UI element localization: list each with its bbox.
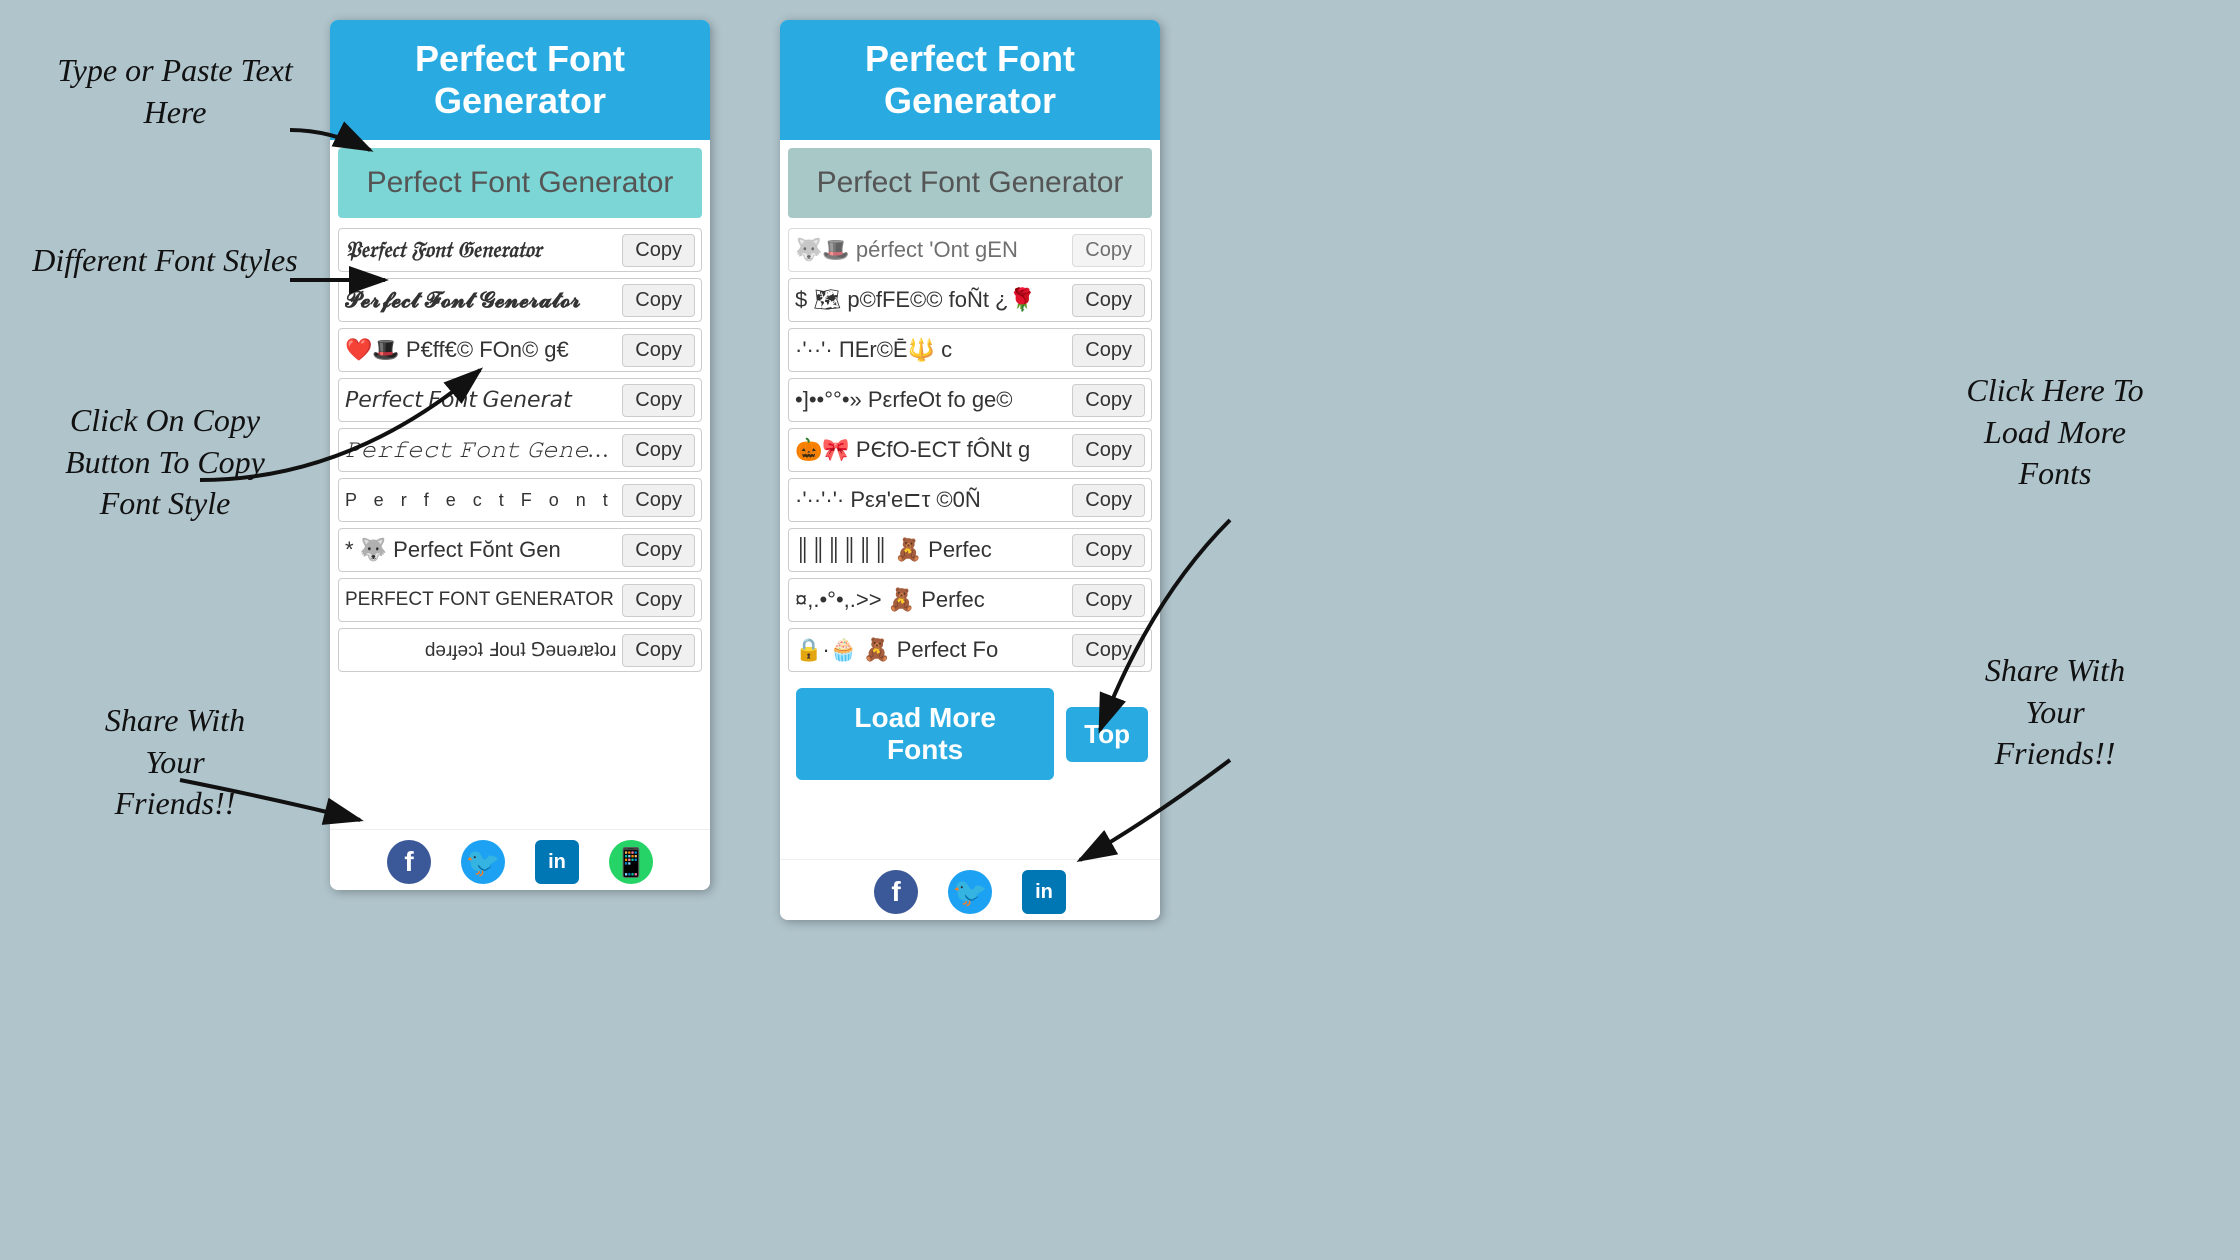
copy-button[interactable]: Copy <box>622 534 695 567</box>
font-text: 𝓟𝓮𝓻𝓯𝓮𝓬𝓽 𝓕𝓸𝓷𝓽 𝓖𝓮𝓷𝓮𝓻𝓪𝓽𝓸𝓻 <box>345 287 616 313</box>
font-row: $ 🗺 p©fFE©© foÑt ¿🌹 Copy <box>788 278 1152 322</box>
font-row: * 🐺 Perfect Fŏnt Gen Copy <box>338 528 702 572</box>
social-bar-left: f 🐦 in 📱 <box>330 829 710 890</box>
font-row: P e r f e c t F o n t Copy <box>338 478 702 522</box>
text-input-right[interactable] <box>788 148 1152 218</box>
font-text: 𝙿𝚎𝚛𝚏𝚎𝚌𝚝 𝙵𝚘𝚗𝚝 𝙶𝚎𝚗𝚎𝚛𝚊𝚝𝚘 <box>345 437 616 463</box>
font-text: ¤,.•°•,.>> 🧸 Perfec <box>795 587 1066 613</box>
copy-button[interactable]: Copy <box>622 584 695 617</box>
annotation-click-load: Click Here ToLoad MoreFonts <box>1900 370 2210 495</box>
copy-button[interactable]: Copy <box>1072 434 1145 467</box>
font-row: 🎃🎀 PЄfО-ЕCT fÔNt g Copy <box>788 428 1152 472</box>
phone-right-header: Perfect Font Generator <box>780 20 1160 140</box>
copy-button[interactable]: Copy <box>1072 284 1145 317</box>
text-input-left[interactable] <box>338 148 702 218</box>
font-text: 𝔓𝔢𝔯𝔣𝔢𝔠𝔱 𝔉𝔬𝔫𝔱 𝔊𝔢𝔫𝔢𝔯𝔞𝔱𝔬𝔯 <box>345 237 616 263</box>
font-text: ·'··'·'· Pεя'е⊏τ ©0Ñ <box>795 487 1066 513</box>
copy-button[interactable]: Copy <box>1072 384 1145 417</box>
font-text: PERFECT FONT GENERATOR <box>345 589 616 611</box>
social-bar-right: f 🐦 in <box>780 859 1160 920</box>
annotation-share-left: Share WithYourFriends!! <box>30 700 320 825</box>
annotation-type-paste: Type or Paste Text Here <box>30 50 320 133</box>
font-text: ║║║║║║ 🧸 Perfec <box>795 537 1066 563</box>
font-row: 🔒·🧁 🧸 Perfect Fо Copy <box>788 628 1152 672</box>
font-row: ❤️🎩 P€ff€© FOn© g€ Copy <box>338 328 702 372</box>
font-row: 𝙿𝚎𝚛𝚏𝚎𝚌𝚝 𝙵𝚘𝚗𝚝 𝙶𝚎𝚗𝚎𝚛𝚊𝚝𝚘 Copy <box>338 428 702 472</box>
font-text: 𝘗𝘦𝘳𝘧𝘦𝘤𝘵 𝘍𝘰𝘯𝘵 𝘎𝘦𝘯𝘦𝘳𝘢𝘵 <box>345 387 616 413</box>
font-text: $ 🗺 p©fFE©© foÑt ¿🌹 <box>795 287 1066 313</box>
twitter-icon[interactable]: 🐦 <box>461 840 505 884</box>
font-row: 𝘗𝘦𝘳𝘧𝘦𝘤𝘵 𝘍𝘰𝘯𝘵 𝘎𝘦𝘯𝘦𝘳𝘢𝘵 Copy <box>338 378 702 422</box>
phone-right: Perfect Font Generator 🐺🎩 pérfect 'Ont g… <box>780 20 1160 920</box>
font-row: ¤,.•°•,.>> 🧸 Perfec Copy <box>788 578 1152 622</box>
phone-right-content: 🐺🎩 pérfect 'Ont gEN Copy $ 🗺 p©fFE©© foÑ… <box>780 140 1160 859</box>
font-text: ɹoʇɐɹǝuǝ⅁ ʇuoℲ ʇɔǝɟɹǝd <box>345 639 616 662</box>
font-text: 🎃🎀 PЄfО-ЕCT fÔNt g <box>795 437 1066 463</box>
font-text: •]••°°•» PεrfeОt fo ge© <box>795 387 1066 413</box>
copy-button[interactable]: Copy <box>622 434 695 467</box>
phone-left: Perfect Font Generator 𝔓𝔢𝔯𝔣𝔢𝔠𝔱 𝔉𝔬𝔫𝔱 𝔊𝔢𝔫𝔢… <box>330 20 710 890</box>
annotation-different-fonts: Different Font Styles <box>10 240 320 282</box>
font-row: 🐺🎩 pérfect 'Ont gEN Copy <box>788 228 1152 272</box>
copy-button[interactable]: Copy <box>1072 584 1145 617</box>
font-row: 𝓟𝓮𝓻𝓯𝓮𝓬𝓽 𝓕𝓸𝓷𝓽 𝓖𝓮𝓷𝓮𝓻𝓪𝓽𝓸𝓻 Copy <box>338 278 702 322</box>
copy-button[interactable]: Copy <box>622 384 695 417</box>
copy-button[interactable]: Copy <box>1072 534 1145 567</box>
font-row: •]••°°•» PεrfeОt fo ge© Copy <box>788 378 1152 422</box>
facebook-icon[interactable]: f <box>387 840 431 884</box>
font-row: ║║║║║║ 🧸 Perfec Copy <box>788 528 1152 572</box>
font-row: ·'··'·'· Pεя'е⊏τ ©0Ñ Copy <box>788 478 1152 522</box>
annotation-click-copy: Click On CopyButton To CopyFont Style <box>10 400 320 525</box>
bottom-action-row: Load More Fonts Top <box>788 678 1152 790</box>
whatsapp-icon[interactable]: 📱 <box>609 840 653 884</box>
twitter-icon[interactable]: 🐦 <box>948 870 992 914</box>
font-text: ·'··'· ΠΕr©Ē🔱 c <box>795 337 1066 363</box>
phone-left-content: 𝔓𝔢𝔯𝔣𝔢𝔠𝔱 𝔉𝔬𝔫𝔱 𝔊𝔢𝔫𝔢𝔯𝔞𝔱𝔬𝔯 Copy 𝓟𝓮𝓻𝓯𝓮𝓬𝓽 𝓕𝓸𝓷𝓽… <box>330 140 710 829</box>
copy-button[interactable]: Copy <box>1072 234 1145 267</box>
font-row: ɹoʇɐɹǝuǝ⅁ ʇuoℲ ʇɔǝɟɹǝd Copy <box>338 628 702 672</box>
copy-button[interactable]: Copy <box>622 284 695 317</box>
font-row: ·'··'· ΠΕr©Ē🔱 c Copy <box>788 328 1152 372</box>
copy-button[interactable]: Copy <box>622 334 695 367</box>
copy-button[interactable]: Copy <box>622 234 695 267</box>
font-row: 𝔓𝔢𝔯𝔣𝔢𝔠𝔱 𝔉𝔬𝔫𝔱 𝔊𝔢𝔫𝔢𝔯𝔞𝔱𝔬𝔯 Copy <box>338 228 702 272</box>
facebook-icon[interactable]: f <box>874 870 918 914</box>
font-row: PERFECT FONT GENERATOR Copy <box>338 578 702 622</box>
linkedin-icon[interactable]: in <box>535 840 579 884</box>
copy-button[interactable]: Copy <box>1072 334 1145 367</box>
font-text: 🔒·🧁 🧸 Perfect Fо <box>795 637 1066 663</box>
phone-left-header: Perfect Font Generator <box>330 20 710 140</box>
top-button[interactable]: Top <box>1066 707 1148 762</box>
annotation-share-right: Share WithYourFriends!! <box>1900 650 2210 775</box>
copy-button[interactable]: Copy <box>1072 634 1145 667</box>
copy-button[interactable]: Copy <box>622 484 695 517</box>
linkedin-icon[interactable]: in <box>1022 870 1066 914</box>
copy-button[interactable]: Copy <box>622 634 695 667</box>
font-text: * 🐺 Perfect Fŏnt Gen <box>345 537 616 563</box>
font-text: 🐺🎩 pérfect 'Ont gEN <box>795 237 1066 263</box>
font-text: ❤️🎩 P€ff€© FOn© g€ <box>345 337 616 363</box>
load-more-button[interactable]: Load More Fonts <box>796 688 1054 780</box>
font-text: P e r f e c t F o n t <box>345 490 616 511</box>
copy-button[interactable]: Copy <box>1072 484 1145 517</box>
